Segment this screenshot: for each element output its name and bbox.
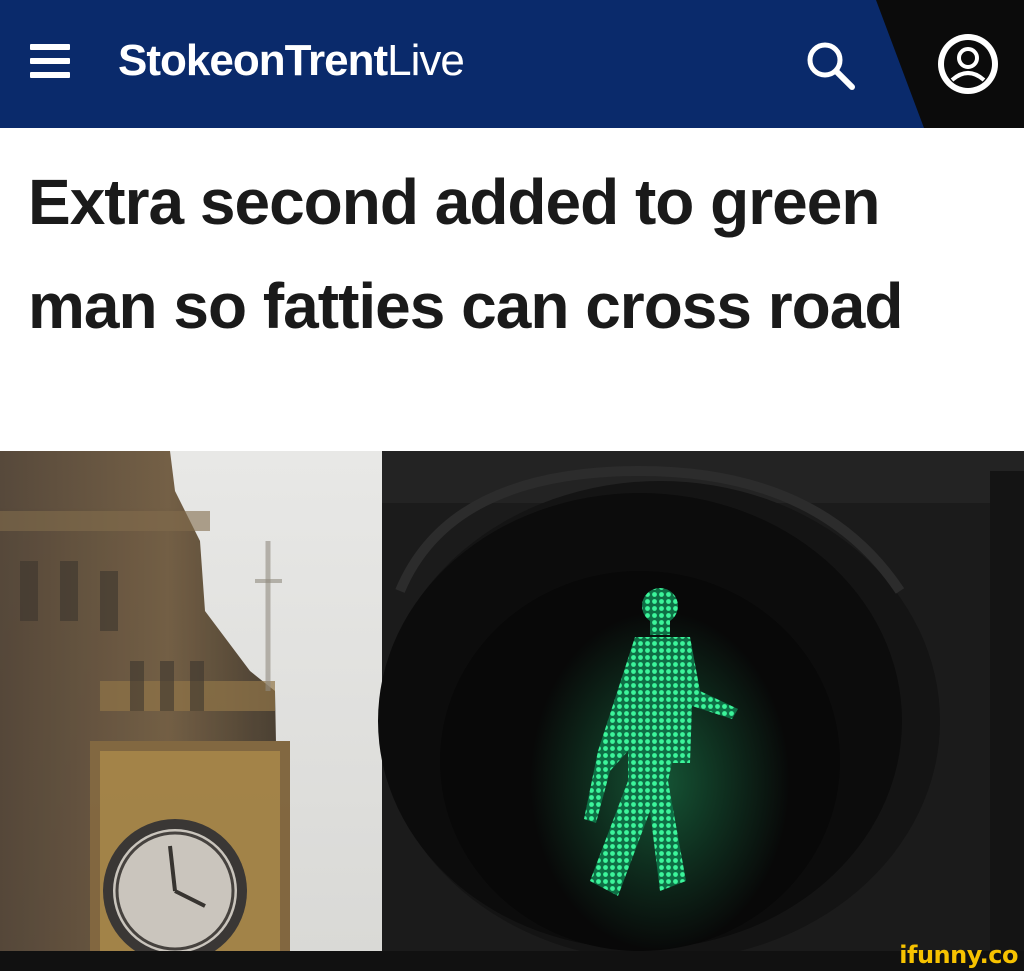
pedestrian-signal bbox=[378, 451, 1024, 951]
header-corner-wedge bbox=[876, 0, 924, 128]
search-icon[interactable] bbox=[803, 38, 857, 92]
site-logo[interactable]: StokeonTrentLive bbox=[118, 36, 465, 86]
site-header: StokeonTrentLive bbox=[0, 0, 1024, 128]
hamburger-menu-icon[interactable] bbox=[30, 44, 70, 78]
article-headline: Extra second added to green man so fatti… bbox=[28, 166, 903, 342]
article-photo bbox=[0, 451, 1024, 951]
site-name-light: Live bbox=[387, 36, 465, 85]
site-name-bold: StokeonTrent bbox=[118, 36, 388, 85]
bottom-strip bbox=[0, 951, 1024, 971]
ifunny-watermark: ifunny.co bbox=[899, 941, 1018, 969]
photo-illustration bbox=[0, 451, 1024, 951]
account-icon[interactable] bbox=[936, 32, 1000, 96]
